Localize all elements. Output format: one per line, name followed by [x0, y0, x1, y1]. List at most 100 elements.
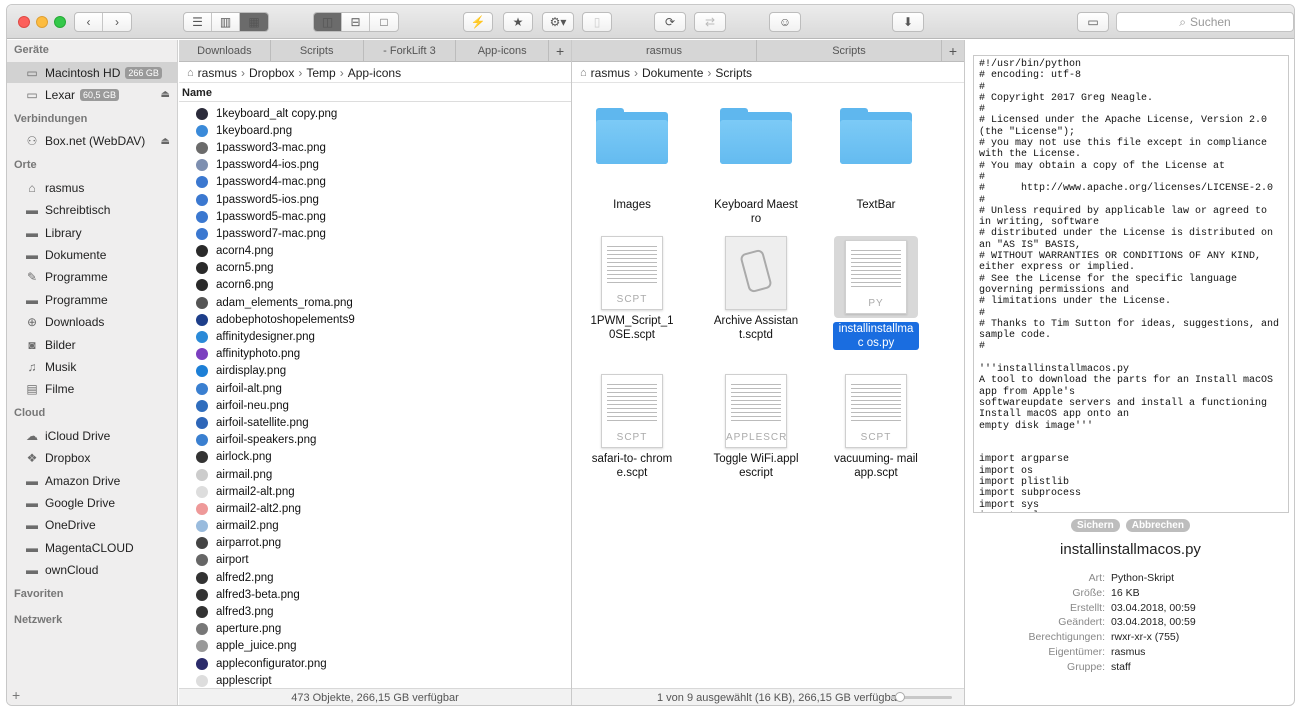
sidebar-item-dropbox[interactable]: ❖ Dropbox — [7, 448, 178, 469]
file-row[interactable]: adobephotoshopelements9 — [179, 311, 571, 328]
add-favorite-button[interactable]: + — [12, 687, 20, 703]
close-window-button[interactable] — [18, 16, 30, 28]
tab-rasmus[interactable]: rasmus — [572, 40, 757, 61]
quick-action-button[interactable]: ⚡ — [463, 12, 493, 32]
file-row[interactable]: acorn4.png — [179, 243, 571, 260]
icon-size-slider[interactable] — [890, 692, 952, 702]
grid-item-doc[interactable]: SCPT safari-to- chrome.scpt — [572, 374, 692, 480]
download-button[interactable]: ⬇ — [892, 12, 924, 32]
file-row[interactable]: applescript — [179, 672, 571, 688]
file-row[interactable]: 1password4-mac.png — [179, 174, 571, 191]
minimize-window-button[interactable] — [36, 16, 48, 28]
sidebar-item-onedrive[interactable]: ▬ OneDrive — [7, 515, 178, 536]
file-row[interactable]: 1password7-mac.png — [179, 225, 571, 242]
new-tab-button[interactable]: + — [942, 40, 964, 61]
action-menu-button[interactable]: ⚙▾ — [542, 12, 574, 32]
sidebar-item-dokumente[interactable]: ▬ Dokumente — [7, 244, 178, 265]
file-row[interactable]: alfred3.png — [179, 603, 571, 620]
file-row[interactable]: 1keyboard.png — [179, 122, 571, 139]
zoom-window-button[interactable] — [54, 16, 66, 28]
emoji-button[interactable]: ☺ — [769, 12, 801, 32]
sidebar-item-bilder[interactable]: ◙ Bilder — [7, 334, 178, 355]
info-button[interactable]: ▯ — [582, 12, 612, 32]
file-row[interactable]: airmail.png — [179, 466, 571, 483]
grid-item-bundle[interactable]: Archive Assistant.scptd — [696, 236, 816, 342]
tab--forklift-3[interactable]: - ForkLift 3 — [364, 40, 457, 61]
sidebar-item-macintosh-hd[interactable]: ▭ Macintosh HD 266 GB — [7, 62, 178, 83]
sidebar-item-box-net-webdav-[interactable]: ⚇ Box.net (WebDAV) ⏏ — [7, 131, 178, 152]
breadcrumb-item[interactable]: Dropbox — [249, 66, 294, 80]
sidebar-item-amazon-drive[interactable]: ▬ Amazon Drive — [7, 470, 178, 491]
grid-item-folder[interactable]: Keyboard Maestro — [696, 108, 816, 226]
list-view-button[interactable]: ☰ — [184, 13, 212, 31]
file-row[interactable]: 1password4-ios.png — [179, 157, 571, 174]
cancel-button[interactable]: Abbrechen — [1125, 519, 1190, 532]
terminal-button[interactable]: ▭ — [1077, 12, 1109, 32]
grid-item-folder[interactable]: Images — [572, 108, 692, 212]
tab-scripts[interactable]: Scripts — [757, 40, 942, 61]
code-preview[interactable]: #!/usr/bin/python # encoding: utf-8 # # … — [973, 55, 1289, 513]
favorites-button[interactable]: ★ — [503, 12, 533, 32]
grid-item-doc[interactable]: SCPT vacuuming- mailapp.scpt — [816, 374, 936, 480]
column-view-button[interactable]: ▥ — [212, 13, 240, 31]
single-pane-button[interactable]: □ — [370, 13, 398, 31]
file-row[interactable]: apple_juice.png — [179, 638, 571, 655]
grid-item-doc[interactable]: APPLESCRIPT Toggle WiFi.applescript — [696, 374, 816, 480]
sidebar-item-library[interactable]: ▬ Library — [7, 222, 178, 243]
file-row[interactable]: airfoil-speakers.png — [179, 432, 571, 449]
sidebar-item-lexar[interactable]: ▭ Lexar 60,5 GB ⏏ — [7, 84, 178, 105]
sidebar-item-owncloud[interactable]: ▬ ownCloud — [7, 560, 178, 581]
eject-icon[interactable]: ⏏ — [161, 136, 170, 147]
file-row[interactable]: airfoil-satellite.png — [179, 414, 571, 431]
file-row[interactable]: appleconfigurator.png — [179, 655, 571, 672]
new-tab-button[interactable]: + — [549, 40, 571, 61]
sidebar-item-schreibtisch[interactable]: ▬ Schreibtisch — [7, 200, 178, 221]
icon-view-button[interactable]: ▦ — [240, 13, 268, 31]
breadcrumb-item[interactable]: Temp — [306, 66, 335, 80]
file-row[interactable]: airfoil-neu.png — [179, 397, 571, 414]
pane-divider[interactable] — [571, 40, 572, 705]
sidebar-item-downloads[interactable]: ⊕ Downloads — [7, 312, 178, 333]
file-row[interactable]: adam_elements_roma.png — [179, 294, 571, 311]
file-row[interactable]: airport — [179, 552, 571, 569]
file-row[interactable]: airlock.png — [179, 449, 571, 466]
file-row[interactable]: 1password5-mac.png — [179, 208, 571, 225]
breadcrumb-item[interactable]: rasmus — [198, 66, 237, 80]
file-row[interactable]: airmail2.png — [179, 518, 571, 535]
sidebar-item-programme[interactable]: ✎ Programme — [7, 267, 178, 288]
file-row[interactable]: 1password3-mac.png — [179, 139, 571, 156]
sidebar-item-icloud-drive[interactable]: ☁ iCloud Drive — [7, 425, 178, 446]
sidebar-item-google-drive[interactable]: ▬ Google Drive — [7, 492, 178, 513]
sidebar-item-programme[interactable]: ▬ Programme — [7, 289, 178, 310]
tab-app-icons[interactable]: App-icons — [456, 40, 550, 61]
tab-downloads[interactable]: Downloads — [179, 40, 271, 61]
file-row[interactable]: 1keyboard_alt copy.png — [179, 105, 571, 122]
sync-button[interactable]: ⟳ — [654, 12, 686, 32]
eject-icon[interactable]: ⏏ — [161, 89, 170, 100]
breadcrumb-item[interactable]: App-icons — [348, 66, 401, 80]
breadcrumb-item[interactable]: Scripts — [715, 66, 752, 80]
sidebar-item-rasmus[interactable]: ⌂ rasmus — [7, 177, 178, 198]
file-row[interactable]: affinityphoto.png — [179, 346, 571, 363]
file-row[interactable]: airdisplay.png — [179, 363, 571, 380]
file-row[interactable]: airparrot.png — [179, 535, 571, 552]
breadcrumb-item[interactable]: Dokumente — [642, 66, 703, 80]
file-row[interactable]: alfred3-beta.png — [179, 586, 571, 603]
search-input[interactable]: ⌕ Suchen — [1116, 12, 1294, 32]
back-button[interactable]: ‹ — [75, 13, 103, 31]
file-row[interactable]: aperture.png — [179, 621, 571, 638]
file-row[interactable]: airfoil-alt.png — [179, 380, 571, 397]
sidebar-item-musik[interactable]: ♫ Musik — [7, 356, 178, 377]
grid-item-doc[interactable]: SCPT 1PWM_Script_1 0SE.scpt — [572, 236, 692, 342]
tab-scripts[interactable]: Scripts — [271, 40, 364, 61]
forward-button[interactable]: › — [103, 13, 131, 31]
split-horizontal-button[interactable]: ⊟ — [342, 13, 370, 31]
sidebar-item-filme[interactable]: ▤ Filme — [7, 379, 178, 400]
file-row[interactable]: 1password5-ios.png — [179, 191, 571, 208]
file-row[interactable]: airmail2-alt.png — [179, 483, 571, 500]
sidebar-item-magentacloud[interactable]: ▬ MagentaCLOUD — [7, 537, 178, 558]
file-row[interactable]: airmail2-alt2.png — [179, 500, 571, 517]
file-row[interactable]: alfred2.png — [179, 569, 571, 586]
file-row[interactable]: acorn5.png — [179, 260, 571, 277]
name-column-header[interactable]: Name — [179, 84, 571, 102]
